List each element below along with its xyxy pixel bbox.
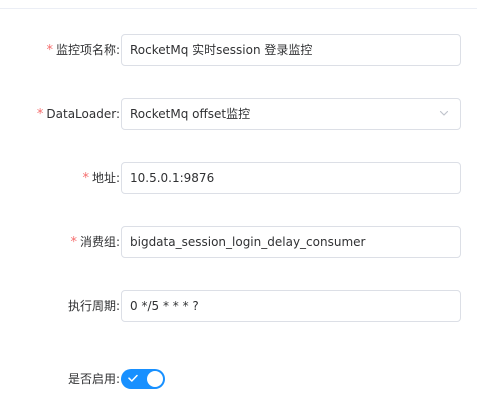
dataloader-label: * DataLoader: — [37, 98, 120, 130]
form-row-dataloader: * DataLoader: RocketMq offset监控 — [0, 98, 477, 130]
consumer-group-value: bigdata_session_login_delay_consumer — [130, 235, 366, 249]
enabled-label-text: 是否启用: — [67, 372, 120, 386]
consumer-group-label-text: 消费组: — [79, 235, 120, 249]
consumer-group-input[interactable]: bigdata_session_login_delay_consumer — [121, 226, 461, 258]
form-row-schedule: 执行周期: 0 */5 * * * ? — [0, 290, 477, 322]
address-input[interactable]: 10.5.0.1:9876 — [121, 162, 461, 194]
schedule-label: 执行周期: — [68, 290, 120, 322]
form-row-address: * 地址: 10.5.0.1:9876 — [0, 162, 477, 194]
address-value: 10.5.0.1:9876 — [130, 171, 215, 185]
monitor-name-input[interactable]: RocketMq 实时session 登录监控 — [121, 34, 461, 66]
required-mark: * — [46, 43, 53, 58]
enabled-label: 是否启用: — [68, 363, 120, 395]
form-row-consumer-group: * 消费组: bigdata_session_login_delay_consum… — [0, 226, 477, 258]
form-row-monitor-name: * 监控项名称: RocketMq 实时session 登录监控 — [0, 34, 477, 66]
consumer-group-label: * 消费组: — [70, 226, 120, 258]
form-row-enabled: 是否启用: — [0, 363, 477, 395]
address-label-text: 地址: — [91, 171, 120, 185]
required-mark: * — [70, 235, 77, 250]
required-mark: * — [36, 107, 44, 122]
chevron-down-icon[interactable] — [438, 107, 450, 119]
required-mark: * — [82, 171, 89, 186]
dataloader-label-text: DataLoader: — [46, 107, 120, 121]
dataloader-select[interactable]: RocketMq offset监控 — [121, 98, 461, 130]
schedule-label-text: 执行周期: — [67, 299, 120, 313]
address-label: * 地址: — [82, 162, 120, 194]
top-divider — [0, 8, 477, 9]
monitor-name-value: RocketMq 实时session 登录监控 — [130, 43, 313, 57]
schedule-input[interactable]: 0 */5 * * * ? — [121, 290, 461, 322]
schedule-value: 0 */5 * * * ? — [130, 299, 199, 313]
dataloader-selected-value: RocketMq offset监控 — [130, 107, 251, 121]
monitor-name-label: * 监控项名称: — [46, 34, 120, 66]
enabled-switch[interactable] — [121, 369, 165, 389]
check-icon — [128, 374, 138, 382]
switch-knob — [147, 371, 163, 387]
monitor-name-label-text: 监控项名称: — [55, 43, 120, 57]
monitor-config-form: * 监控项名称: RocketMq 实时session 登录监控 * DataLoa… — [0, 0, 477, 408]
